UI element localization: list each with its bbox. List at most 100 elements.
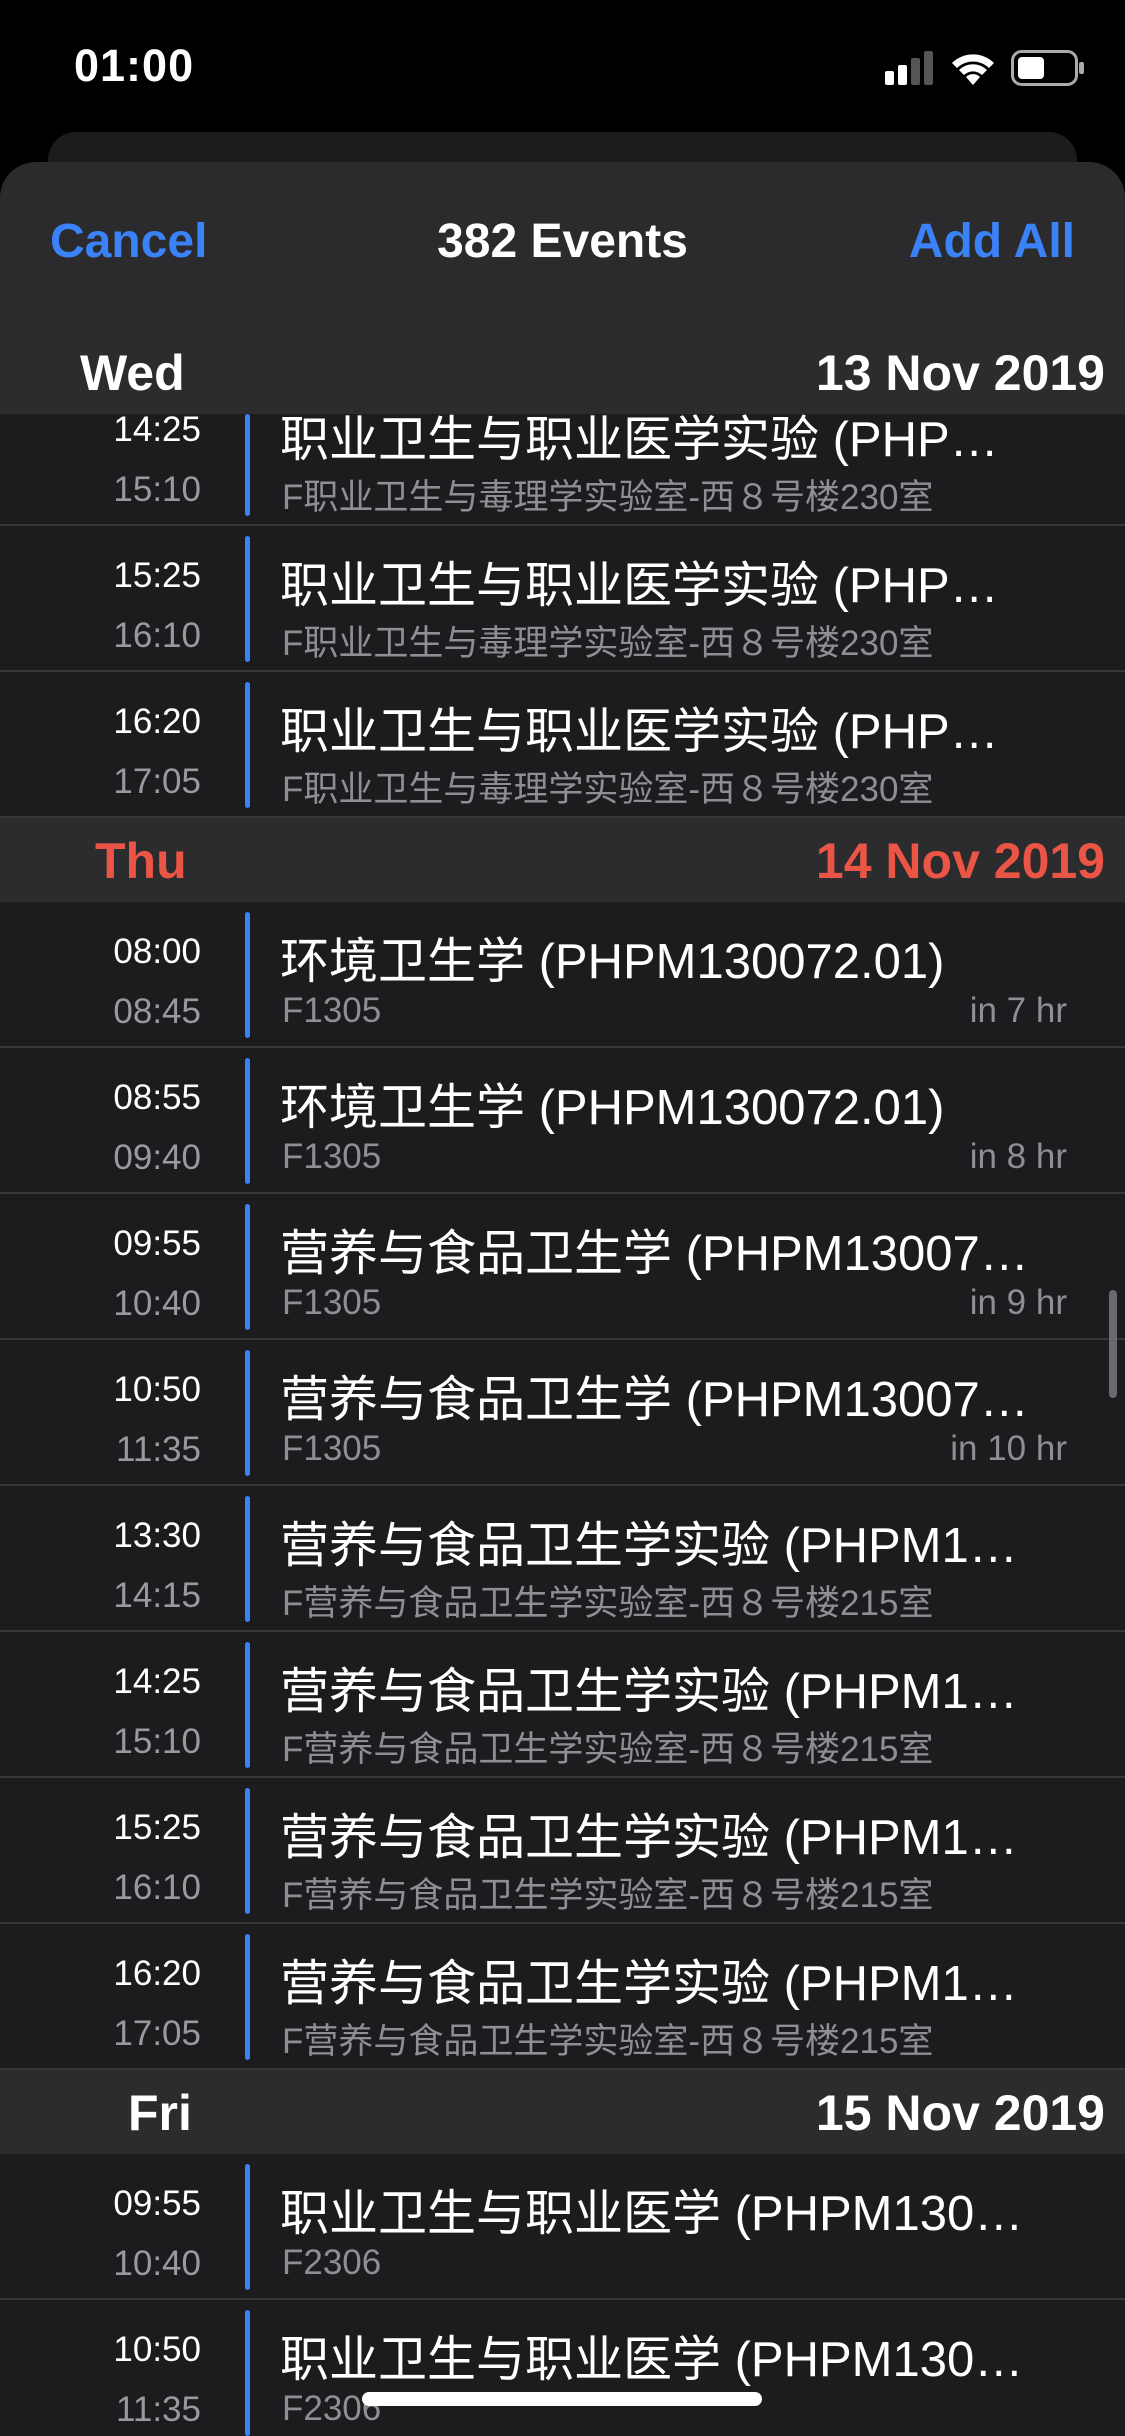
day-weekday: Fri <box>128 2085 192 2141</box>
event-start-time: 13:30 <box>113 1516 201 1555</box>
event-calendar-bar <box>245 2310 250 2436</box>
event-calendar-bar <box>245 912 250 1038</box>
event-relative-time: in 10 hr <box>950 1429 1067 1468</box>
event-row[interactable]: 09:55 10:40 职业卫生与职业医学 (PHPM130… F2306 <box>0 2154 1125 2300</box>
event-title: 职业卫生与职业医学实验 (PHP… <box>280 414 999 467</box>
event-calendar-bar <box>245 1350 250 1476</box>
event-start-time: 08:55 <box>113 1078 201 1117</box>
event-start-time: 15:25 <box>113 556 201 595</box>
event-relative-time: in 7 hr <box>969 991 1067 1030</box>
event-start-time: 08:00 <box>113 932 201 971</box>
add-all-button[interactable]: Add All <box>909 214 1075 269</box>
event-row[interactable]: 15:25 16:10 营养与食品卫生学实验 (PHPM1… F营养与食品卫生学实验室… <box>0 1778 1125 1924</box>
day-date: 14 Nov 2019 <box>815 833 1105 889</box>
event-start-time: 09:55 <box>113 1224 201 1263</box>
event-end-time: 14:15 <box>113 1576 201 1615</box>
event-row[interactable]: 08:55 09:40 环境卫生学 (PHPM130072.01) F1305 in 8… <box>0 1048 1125 1194</box>
event-location: F1305 <box>282 1283 382 1322</box>
wifi-icon <box>952 54 994 85</box>
event-row[interactable]: 14:25 15:10 营养与食品卫生学实验 (PHPM1… F营养与食品卫生学实验室… <box>0 1632 1125 1778</box>
event-row[interactable]: 10:50 11:35 营养与食品卫生学 (PHPM13007… F1305 in 10… <box>0 1340 1125 1486</box>
event-start-time: 10:50 <box>113 2330 201 2369</box>
event-start-time: 10:50 <box>113 1370 201 1409</box>
navigation-bar: Cancel 382 Events Add All <box>0 162 1125 331</box>
event-location: F营养与食品卫生学实验室-西８号楼215室 <box>282 1876 934 1915</box>
event-relative-time: in 9 hr <box>969 1283 1067 1322</box>
event-row[interactable]: 14:25 15:10 职业卫生与职业医学实验 (PHP… F职业卫生与毒理学实验室-… <box>0 414 1125 526</box>
event-location: F2306 <box>282 2243 382 2282</box>
event-calendar-bar <box>245 536 250 662</box>
event-location: F营养与食品卫生学实验室-西８号楼215室 <box>282 1584 934 1623</box>
event-location: F营养与食品卫生学实验室-西８号楼215室 <box>282 2022 934 2061</box>
cellular-signal-icon <box>885 51 933 85</box>
day-header: Fri 15 Nov 2019 <box>0 2070 1125 2154</box>
event-start-time: 14:25 <box>113 1662 201 1701</box>
event-calendar-bar <box>245 1496 250 1622</box>
day-header: Thu 14 Nov 2019 <box>0 818 1125 902</box>
event-end-time: 15:10 <box>113 470 201 509</box>
event-calendar-bar <box>245 1058 250 1184</box>
event-title: 环境卫生学 (PHPM130072.01) <box>280 935 945 989</box>
scroll-indicator[interactable] <box>1109 1290 1117 1398</box>
event-title: 营养与食品卫生学 (PHPM13007… <box>280 1227 1029 1281</box>
event-calendar-bar <box>245 2164 250 2290</box>
event-title: 环境卫生学 (PHPM130072.01) <box>280 1081 945 1135</box>
event-end-time: 16:10 <box>113 1868 201 1907</box>
event-end-time: 17:05 <box>113 2014 201 2053</box>
day-date: 13 Nov 2019 <box>815 345 1105 401</box>
event-title: 营养与食品卫生学实验 (PHPM1… <box>280 1665 1018 1719</box>
event-end-time: 08:45 <box>113 992 201 1031</box>
event-location: F营养与食品卫生学实验室-西８号楼215室 <box>282 1730 934 1769</box>
status-time: 01:00 <box>74 40 195 91</box>
event-end-time: 11:35 <box>116 2390 201 2429</box>
event-start-time: 16:20 <box>113 1954 201 1993</box>
event-title: 营养与食品卫生学 (PHPM13007… <box>280 1373 1029 1427</box>
event-end-time: 17:05 <box>113 762 201 801</box>
event-row[interactable]: 08:00 08:45 环境卫生学 (PHPM130072.01) F1305 in 7… <box>0 902 1125 1048</box>
status-icons <box>885 48 1085 88</box>
event-end-time: 11:35 <box>116 1430 201 1469</box>
event-row[interactable]: 15:25 16:10 职业卫生与职业医学实验 (PHP… F职业卫生与毒理学实验室-… <box>0 526 1125 672</box>
event-title: 营养与食品卫生学实验 (PHPM1… <box>280 1811 1018 1865</box>
event-location: F1305 <box>282 1429 382 1468</box>
event-calendar-bar <box>245 1204 250 1330</box>
event-list[interactable]: Wed 13 Nov 2019 14:25 15:10 职业卫生与职业医学实验 (PHP… <box>0 330 1125 2436</box>
event-calendar-bar <box>245 1642 250 1768</box>
event-start-time: 14:25 <box>113 414 201 449</box>
status-bar: 01:00 <box>0 0 1125 132</box>
event-title: 营养与食品卫生学实验 (PHPM1… <box>280 1519 1018 1573</box>
event-location: F1305 <box>282 991 382 1030</box>
battery-icon <box>1011 50 1084 86</box>
event-end-time: 09:40 <box>113 1138 201 1177</box>
event-row[interactable]: 13:30 14:15 营养与食品卫生学实验 (PHPM1… F营养与食品卫生学实验室… <box>0 1486 1125 1632</box>
event-row[interactable]: 09:55 10:40 营养与食品卫生学 (PHPM13007… F1305 in 9 … <box>0 1194 1125 1340</box>
event-title: 职业卫生与职业医学 (PHPM130… <box>280 2333 1024 2387</box>
event-start-time: 16:20 <box>113 702 201 741</box>
event-end-time: 16:10 <box>113 616 201 655</box>
day-header: Wed 13 Nov 2019 <box>0 330 1125 414</box>
event-relative-time: in 8 hr <box>969 1137 1067 1176</box>
event-location: F1305 <box>282 1137 382 1176</box>
event-calendar-bar <box>245 414 250 516</box>
event-location: F职业卫生与毒理学实验室-西８号楼230室 <box>282 624 934 663</box>
event-title: 营养与食品卫生学实验 (PHPM1… <box>280 1957 1018 2011</box>
event-start-time: 15:25 <box>113 1808 201 1847</box>
event-calendar-bar <box>245 1934 250 2060</box>
event-end-time: 10:40 <box>113 2244 201 2283</box>
event-location: F职业卫生与毒理学实验室-西８号楼230室 <box>282 478 934 517</box>
add-events-sheet: Cancel 382 Events Add All Wed 13 Nov 2019… <box>0 162 1125 2436</box>
event-location: F职业卫生与毒理学实验室-西８号楼230室 <box>282 770 934 809</box>
day-weekday: Wed <box>80 345 185 401</box>
event-start-time: 09:55 <box>113 2184 201 2223</box>
day-weekday: Thu <box>95 833 187 889</box>
event-row[interactable]: 16:20 17:05 职业卫生与职业医学实验 (PHP… F职业卫生与毒理学实验室-… <box>0 672 1125 818</box>
event-title: 职业卫生与职业医学 (PHPM130… <box>280 2187 1024 2241</box>
event-row[interactable]: 16:20 17:05 营养与食品卫生学实验 (PHPM1… F营养与食品卫生学实验室… <box>0 1924 1125 2070</box>
day-date: 15 Nov 2019 <box>815 2085 1105 2141</box>
event-title: 职业卫生与职业医学实验 (PHP… <box>280 559 999 613</box>
event-row[interactable]: 10:50 11:35 职业卫生与职业医学 (PHPM130… F2306 <box>0 2300 1125 2436</box>
event-calendar-bar <box>245 1788 250 1914</box>
home-indicator[interactable] <box>362 2392 762 2406</box>
event-end-time: 10:40 <box>113 1284 201 1323</box>
event-end-time: 15:10 <box>113 1722 201 1761</box>
